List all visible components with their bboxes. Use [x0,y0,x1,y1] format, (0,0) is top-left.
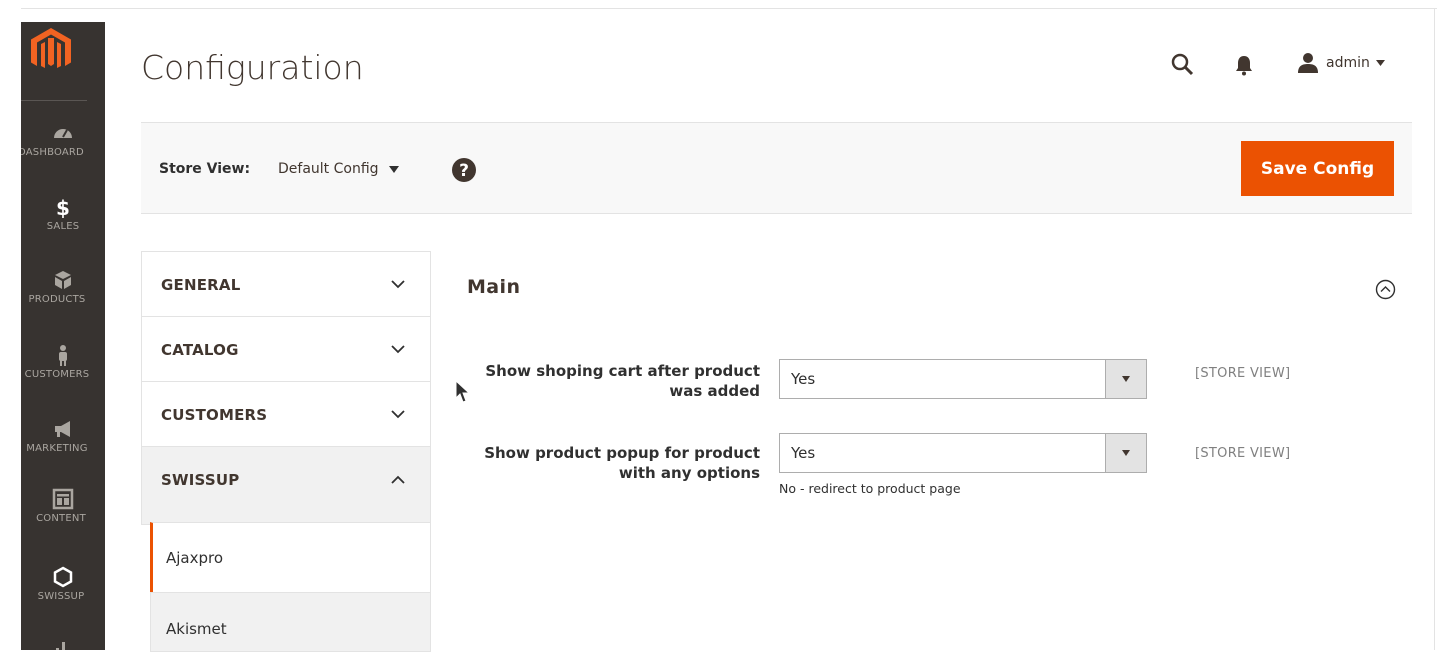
tab-swissup[interactable]: SWISSUP [141,446,431,525]
search-icon[interactable] [1170,52,1194,76]
tab-label: SWISSUP [161,471,240,489]
show-popup-select[interactable]: Yes [779,433,1147,473]
tab-general[interactable]: GENERAL [141,251,431,317]
sidebar-item-marketing[interactable]: MARKETING [21,418,105,454]
sidebar-item-reports[interactable] [21,636,105,650]
logo-divider [21,100,87,101]
store-view-switcher[interactable]: Default Config [278,161,399,177]
user-name: admin [1326,55,1370,71]
tab-label: CATALOG [161,341,239,359]
field-label-line: was added [669,382,760,400]
frame-left [0,0,21,650]
layout-icon [52,488,74,510]
sidebar-item-swissup[interactable]: SWISSUP [21,566,105,602]
field-note: No - redirect to product page [779,481,961,496]
subtab-ajaxpro[interactable]: Ajaxpro [150,522,431,593]
chevron-down-icon [391,280,405,289]
page-title: Configuration [141,48,364,87]
scope-label: [STORE VIEW] [1195,366,1291,381]
chevron-down-icon [391,410,405,419]
select-button [1105,360,1146,398]
subtab-label: Ajaxpro [166,549,224,567]
bell-icon[interactable] [1234,54,1254,76]
sidebar-item-products[interactable]: PRODUCTS [21,269,105,305]
field-label-line: Show shoping cart after product [485,362,760,380]
help-icon[interactable]: ? [452,158,476,182]
admin-sidebar: DASHBOARD $ SALES PRODUCTS CUSTOMERS MAR… [21,22,105,650]
chevron-down-icon [1122,450,1130,456]
chevron-down-icon [1122,376,1130,382]
field-label-show-popup: Show product popup for product with any … [460,443,760,483]
sidebar-item-sales[interactable]: $ SALES [21,196,105,232]
store-view-bar: Store View: Default Config ? Save Config [141,122,1412,214]
megaphone-icon [55,421,70,437]
svg-text:$: $ [56,196,70,218]
store-view-label: Store View: [159,161,251,177]
cube-icon [55,271,71,289]
tab-label: GENERAL [161,276,241,294]
section-title[interactable]: Main [467,276,520,298]
sidebar-item-dashboard[interactable]: DASHBOARD [21,122,105,158]
bar-chart-icon [56,642,65,650]
chevron-down-icon [388,165,399,173]
select-button [1105,434,1146,472]
dashboard-icon [54,129,72,138]
tab-catalog[interactable]: CATALOG [141,316,431,382]
sidebar-item-content[interactable]: CONTENT [21,488,105,524]
sidebar-item-label: CUSTOMERS [24,369,90,380]
save-config-button[interactable]: Save Config [1241,141,1394,196]
scope-label: [STORE VIEW] [1195,446,1291,461]
field-label-line: Show product popup for product [484,444,760,462]
user-icon [1298,53,1318,73]
tab-label: CUSTOMERS [161,406,268,424]
chevron-down-icon [1375,60,1385,66]
select-value: Yes [791,444,816,462]
mouse-cursor-icon [455,380,471,403]
field-label-show-cart: Show shoping cart after product was adde… [460,361,760,401]
svg-text:?: ? [459,161,469,181]
magento-logo[interactable] [31,28,71,74]
dollar-icon: $ [56,196,70,218]
person-icon [59,345,67,366]
chevron-down-icon [391,345,405,354]
subtab-label: Akismet [166,620,227,638]
select-value: Yes [791,370,816,388]
chevron-up-icon [391,475,405,484]
field-label-line: with any options [618,464,760,482]
sidebar-item-label: DASHBOARD [21,147,84,158]
sidebar-item-label: MARKETING [26,443,88,454]
sidebar-item-customers[interactable]: CUSTOMERS [21,344,105,380]
sidebar-item-label: SWISSUP [37,591,85,602]
sidebar-item-label: PRODUCTS [28,294,86,305]
show-cart-select[interactable]: Yes [779,359,1147,399]
store-view-value: Default Config [278,161,379,177]
admin-user-menu[interactable]: admin [1297,50,1385,76]
tab-customers[interactable]: CUSTOMERS [141,381,431,447]
sidebar-item-label: CONTENT [36,513,86,524]
collapse-circle-icon[interactable] [1375,279,1396,300]
sidebar-item-label: SALES [46,221,80,232]
frame-border-top [21,8,1437,9]
hexagon-icon [53,566,73,588]
frame-top [0,0,1437,8]
frame-border-right [1434,8,1435,650]
subtab-akismet[interactable]: Akismet [150,592,431,652]
